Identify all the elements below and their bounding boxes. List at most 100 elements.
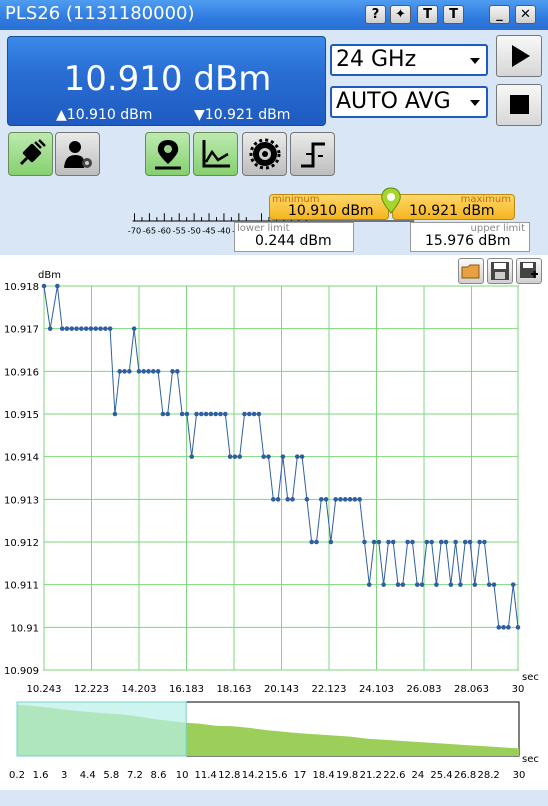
start-button[interactable] xyxy=(496,35,542,77)
data-point xyxy=(175,369,180,374)
data-point xyxy=(424,539,430,545)
data-point xyxy=(472,582,478,587)
data-point xyxy=(179,411,185,417)
lower-limit-box[interactable]: lower limit 0.244 dBm xyxy=(234,222,354,252)
overview-x-tick-label: 11.4 xyxy=(195,770,217,781)
overview-selection[interactable] xyxy=(16,701,187,757)
data-point xyxy=(515,625,521,630)
data-point xyxy=(203,411,209,417)
connect-button[interactable] xyxy=(8,132,53,176)
dock-bottom-button[interactable]: T xyxy=(443,5,464,24)
data-point xyxy=(458,582,463,587)
dock-top-button[interactable]: T xyxy=(417,5,438,24)
data-point xyxy=(491,582,497,587)
chart-icon xyxy=(202,140,230,168)
data-point xyxy=(261,454,266,459)
overview-x-tick-label: 21.2 xyxy=(360,770,382,781)
power-chart[interactable]: dBm sec 10.918 10.917 10.916 10.915 10.914 10… xyxy=(0,262,548,702)
y-axis-label: dBm xyxy=(38,270,61,281)
data-point xyxy=(170,369,175,374)
x-tick-label: 22.123 xyxy=(312,684,347,695)
maximum-badge: maximum 10.921 dBm xyxy=(392,194,515,220)
x-tick-label: 14.203 xyxy=(122,684,157,695)
data-point xyxy=(290,497,295,502)
frequency-select[interactable]: 24 GHz xyxy=(330,44,488,76)
overview-x-tick-label: 30 xyxy=(513,770,526,781)
averaging-select[interactable]: AUTO AVG xyxy=(330,86,488,118)
chart-button[interactable] xyxy=(193,132,238,176)
minimize-button[interactable]: _ xyxy=(489,5,510,24)
data-point xyxy=(414,582,420,587)
stop-icon xyxy=(510,95,529,114)
data-point xyxy=(141,369,147,374)
data-point xyxy=(381,582,386,587)
data-point xyxy=(83,326,89,331)
data-point xyxy=(103,326,108,331)
close-button[interactable]: ✕ xyxy=(515,5,536,24)
data-point xyxy=(333,497,338,502)
pin-button[interactable]: ✦ xyxy=(390,5,411,24)
overview-x-tick-label: 1.6 xyxy=(33,770,49,781)
data-point xyxy=(232,454,238,459)
overview-x-tick-label: 14.2 xyxy=(242,770,264,781)
x-axis-label: sec xyxy=(522,672,539,683)
marker-pin-icon[interactable] xyxy=(378,186,404,220)
power-value: 10.910 dBm xyxy=(63,59,272,99)
x-tick-label: 20.143 xyxy=(264,684,299,695)
data-point xyxy=(462,539,468,545)
overview-chart[interactable]: sec 0.2 1.6 3 4.4 5.8 7.2 8.6 10 11.4 12.8 14.2 15.… xyxy=(0,698,548,790)
user-settings-button[interactable] xyxy=(55,132,100,176)
overview-x-tick-label: 17 xyxy=(294,770,307,781)
window-title: PLS26 (1131180000) xyxy=(5,3,195,24)
data-point xyxy=(165,411,171,417)
y-tick-label: 10.909 xyxy=(4,666,39,677)
data-point xyxy=(342,497,348,502)
marker-button[interactable] xyxy=(145,132,190,176)
trigger-button[interactable] xyxy=(290,132,335,176)
data-point xyxy=(227,454,233,459)
scale-tick-label: -55 xyxy=(173,226,186,236)
data-point xyxy=(482,539,487,545)
help-button[interactable]: ? xyxy=(365,5,386,24)
data-point xyxy=(467,539,473,545)
power-readout: 10.910 dBm ▲10.910 dBm ▼10.921 dBm xyxy=(7,36,326,126)
data-point xyxy=(151,369,156,374)
data-point xyxy=(314,539,319,545)
data-point xyxy=(199,411,204,417)
data-point xyxy=(285,497,290,502)
overview-x-tick-label: 24 xyxy=(412,770,425,781)
data-point xyxy=(438,539,444,545)
stop-button[interactable] xyxy=(496,84,542,126)
data-point xyxy=(395,582,401,587)
overview-x-tick-label: 25.4 xyxy=(430,770,452,781)
data-point xyxy=(434,582,439,587)
data-point xyxy=(266,454,271,459)
overview-x-tick-label: 12.8 xyxy=(218,770,240,781)
x-tick-label: 28.063 xyxy=(454,684,489,695)
data-point xyxy=(362,539,367,545)
data-point xyxy=(184,411,190,417)
data-point xyxy=(251,411,257,417)
y-tick-label: 10.913 xyxy=(4,495,39,506)
settings-button[interactable] xyxy=(242,132,287,176)
data-point xyxy=(448,582,454,587)
data-point xyxy=(376,539,382,545)
data-point xyxy=(477,539,482,545)
data-point xyxy=(79,326,84,331)
data-point xyxy=(318,497,324,502)
y-tick-label: 10.911 xyxy=(4,581,39,592)
scale-tick-label: -45 xyxy=(202,226,215,236)
data-point xyxy=(496,625,502,630)
overview-x-tick-label: 22.6 xyxy=(383,770,405,781)
scale-tick-label: -60 xyxy=(158,226,171,236)
x-tick-label: 10.243 xyxy=(27,684,62,695)
upper-limit-box[interactable]: upper limit 15.976 dBm xyxy=(410,222,530,252)
data-point xyxy=(304,497,310,502)
data-point xyxy=(160,411,166,417)
data-point xyxy=(270,497,276,502)
data-point xyxy=(55,283,60,289)
x-tick-label: 24.103 xyxy=(359,684,394,695)
y-tick-label: 10.917 xyxy=(4,325,39,336)
data-point xyxy=(453,539,458,545)
data-point xyxy=(323,497,329,502)
